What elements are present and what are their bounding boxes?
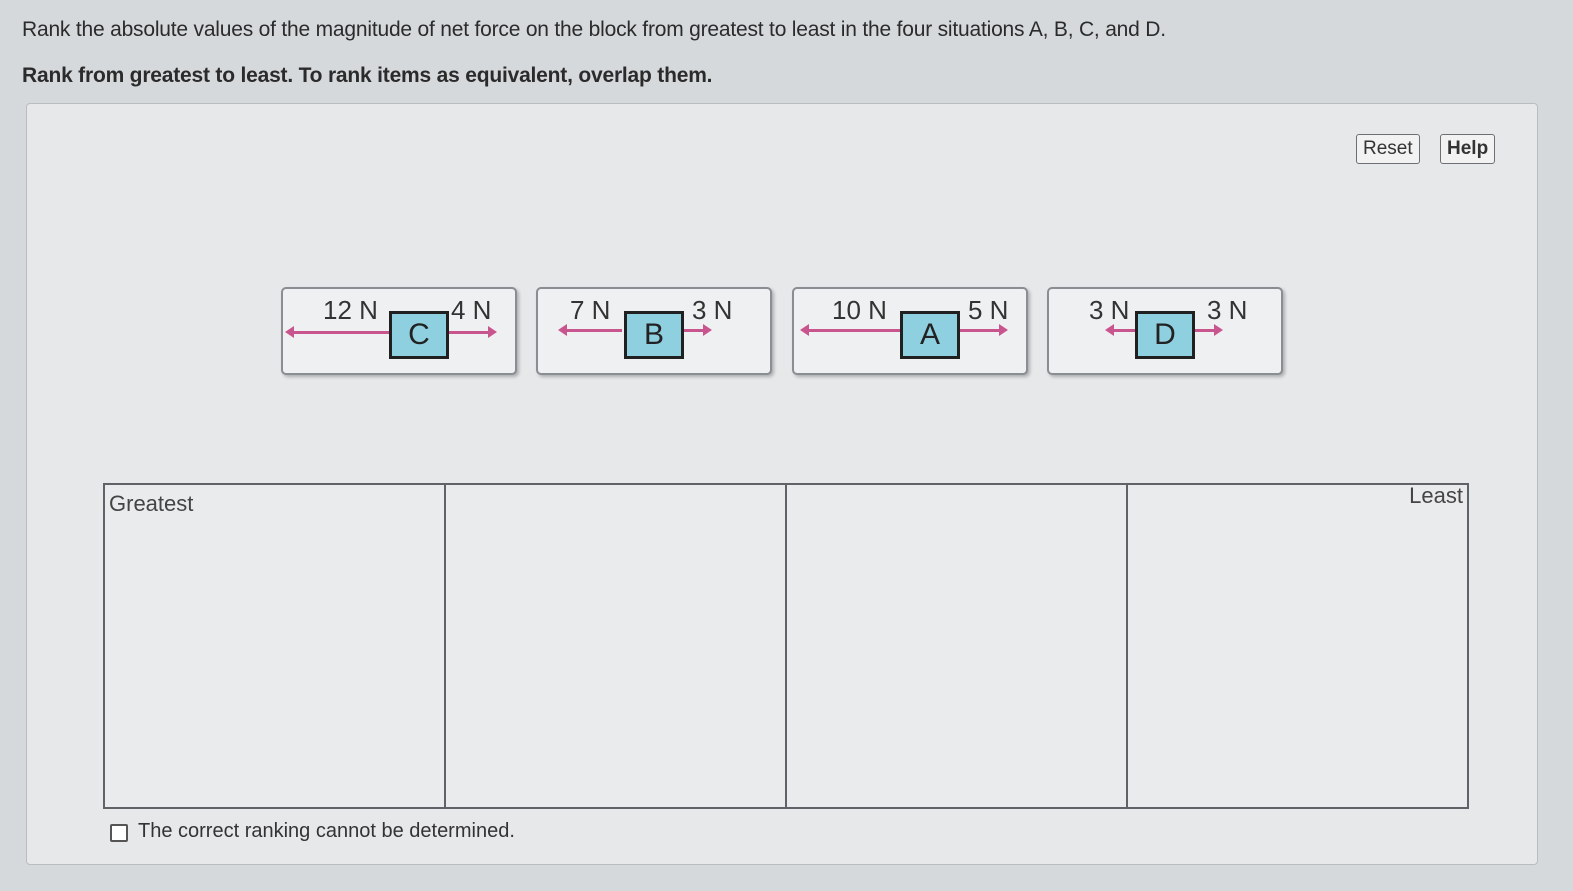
cannot-determine-label: The correct ranking cannot be determined…	[138, 820, 515, 842]
question-instruction: Rank from greatest to least. To rank ite…	[22, 64, 713, 87]
draggable-card-c[interactable]: 12 N C 4 N	[281, 287, 517, 375]
right-force-label: 5 N	[968, 295, 1009, 325]
left-force-arrow	[285, 326, 389, 338]
block-d: D	[1135, 311, 1195, 359]
left-force-label: 3 N	[1089, 295, 1130, 325]
rank-slot-2[interactable]	[446, 485, 787, 807]
cannot-determine-checkbox[interactable]	[110, 824, 128, 842]
right-force-arrow	[960, 324, 1008, 336]
left-force-arrow	[800, 324, 900, 336]
right-force-arrow	[449, 326, 497, 338]
right-force-label: 4 N	[451, 295, 492, 325]
left-force-arrow	[558, 324, 622, 336]
left-force-label: 12 N	[323, 295, 378, 325]
rank-slot-3[interactable]	[787, 485, 1128, 807]
left-force-label: 7 N	[570, 295, 611, 325]
least-label: Least	[1409, 483, 1463, 508]
right-force-label: 3 N	[1207, 295, 1248, 325]
draggable-card-b[interactable]: 7 N B 3 N	[536, 287, 772, 375]
help-button[interactable]: Help	[1440, 134, 1496, 164]
draggable-card-d[interactable]: 3 N D 3 N	[1047, 287, 1283, 375]
draggable-card-a[interactable]: 10 N A 5 N	[792, 287, 1028, 375]
question-prompt: Rank the absolute values of the magnitud…	[22, 18, 1166, 41]
rank-slot-4[interactable]	[1128, 485, 1467, 807]
greatest-label: Greatest	[109, 491, 194, 516]
block-a: A	[900, 311, 960, 359]
block-c: C	[389, 311, 449, 359]
left-force-label: 10 N	[832, 295, 887, 325]
right-force-label: 3 N	[692, 295, 733, 325]
block-b: B	[624, 311, 684, 359]
rank-slot-1[interactable]	[105, 485, 446, 807]
left-force-arrow	[1105, 324, 1135, 336]
right-force-arrow	[1195, 324, 1223, 336]
reset-button[interactable]: Reset	[1356, 134, 1420, 164]
right-force-arrow	[684, 324, 712, 336]
ranking-area: Greatest Least	[103, 483, 1469, 809]
